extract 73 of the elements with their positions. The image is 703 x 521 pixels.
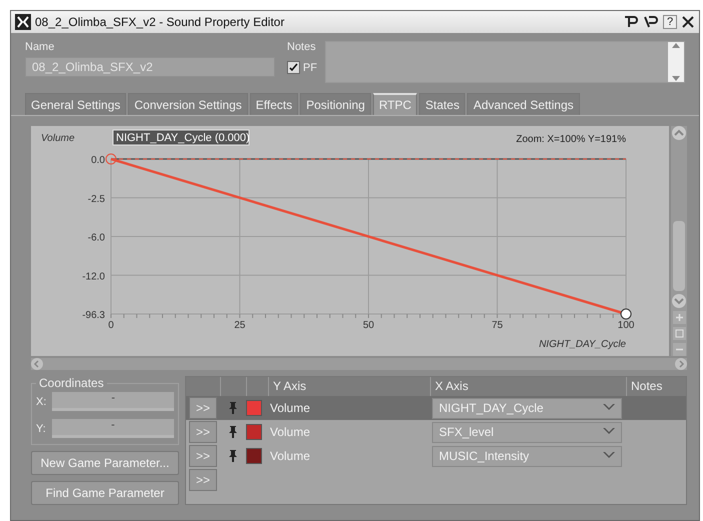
pf-checkbox[interactable] bbox=[287, 61, 300, 74]
scroll-right-icon[interactable] bbox=[675, 358, 687, 370]
tab[interactable]: RTPC bbox=[372, 93, 418, 115]
pf-label: PF bbox=[303, 62, 318, 74]
x-tick-label: 75 bbox=[492, 320, 503, 331]
caret-icon bbox=[603, 428, 615, 436]
x-tick-label: 0 bbox=[108, 320, 114, 331]
x-axis-dropdown[interactable]: NIGHT_DAY_Cycle bbox=[432, 398, 622, 418]
app-icon bbox=[15, 14, 31, 30]
game-parameter-button[interactable]: Find Game Parameter bbox=[31, 481, 179, 505]
y-tick-label: 0.0 bbox=[91, 155, 105, 166]
pin-icon[interactable] bbox=[228, 402, 238, 414]
unpin-window-icon[interactable] bbox=[643, 15, 659, 29]
x-field[interactable]: - bbox=[52, 392, 174, 411]
zoom-readout: Zoom: X=100% Y=191% bbox=[516, 134, 626, 145]
y-axis-cell-text: Volume bbox=[269, 425, 312, 439]
x-tick-label: 25 bbox=[234, 320, 246, 331]
game-parameter-button[interactable]: New Game Parameter... bbox=[31, 451, 179, 475]
scroll-thumb[interactable] bbox=[673, 221, 685, 291]
table-row[interactable]: >> Volume NIGHT_DAY_Cycle bbox=[186, 396, 686, 420]
expand-button[interactable]: >> bbox=[189, 421, 217, 443]
table-row[interactable]: >> Volume SFX_level bbox=[186, 420, 686, 444]
scroll-up-icon[interactable] bbox=[672, 126, 686, 140]
x-axis-label: NIGHT_DAY_Cycle bbox=[538, 339, 626, 350]
curve-point[interactable] bbox=[620, 308, 632, 320]
tab[interactable]: General Settings bbox=[25, 93, 126, 115]
notes-scrollbar[interactable] bbox=[668, 42, 684, 82]
scroll-up-icon[interactable] bbox=[672, 42, 680, 48]
x-tick-label: 100 bbox=[618, 320, 634, 331]
zoom-in-icon[interactable] bbox=[672, 311, 686, 324]
coordinates-title: Coordinates bbox=[38, 376, 105, 390]
y-axis-cell-text: Volume bbox=[269, 401, 312, 415]
window-title: 08_2_Olimba_SFX_v2 - Sound Property Editor bbox=[35, 15, 286, 29]
expand-button[interactable]: >> bbox=[189, 445, 217, 467]
name-field[interactable]: 08_2_Olimba_SFX_v2 bbox=[25, 57, 275, 77]
tab[interactable]: Conversion Settings bbox=[128, 93, 248, 115]
expand-button[interactable]: >> bbox=[189, 469, 217, 491]
name-label: Name bbox=[25, 41, 56, 53]
help-button[interactable]: ? bbox=[663, 15, 677, 29]
y-field[interactable]: - bbox=[52, 419, 174, 438]
tab[interactable]: Positioning bbox=[300, 93, 371, 115]
x-axis-dropdown[interactable]: SFX_level bbox=[432, 422, 622, 442]
table-row[interactable]: >> Volume MUSIC_Intensity bbox=[186, 444, 686, 468]
notes-field[interactable] bbox=[325, 41, 685, 83]
caret-icon bbox=[603, 404, 615, 412]
zoom-out-icon[interactable] bbox=[672, 343, 686, 356]
y-tick-label: -2.5 bbox=[88, 194, 105, 205]
y-tick-label: -12.0 bbox=[82, 271, 105, 282]
tab[interactable]: Advanced Settings bbox=[467, 93, 580, 115]
expand-button[interactable]: >> bbox=[189, 397, 217, 419]
scroll-down-icon[interactable] bbox=[672, 76, 680, 82]
x-label: X: bbox=[36, 396, 46, 408]
pin-icon[interactable] bbox=[228, 426, 238, 438]
x-axis-dropdown[interactable]: MUSIC_Intensity bbox=[432, 446, 622, 466]
tab[interactable]: States bbox=[419, 93, 466, 115]
pin-icon[interactable] bbox=[228, 450, 238, 462]
pin-window-icon[interactable] bbox=[623, 15, 639, 29]
close-icon[interactable] bbox=[681, 15, 695, 29]
y-tick-label: -6.0 bbox=[88, 232, 105, 244]
caret-icon bbox=[603, 452, 615, 460]
x-tick-label: 50 bbox=[362, 320, 374, 331]
scroll-down-icon[interactable] bbox=[672, 294, 686, 308]
tab[interactable]: Effects bbox=[250, 93, 298, 115]
check-icon bbox=[289, 63, 298, 72]
scroll-left-icon[interactable] bbox=[31, 358, 43, 370]
y-axis-cell-text: Volume bbox=[269, 449, 312, 463]
y-label: Y: bbox=[36, 422, 46, 434]
y-axis-label: Volume bbox=[41, 133, 75, 144]
y-tick-label: -96.3 bbox=[82, 310, 105, 321]
notes-label: Notes bbox=[287, 41, 316, 53]
horizontal-scrollbar[interactable] bbox=[31, 358, 687, 370]
graph-scrollbar[interactable] bbox=[671, 126, 687, 356]
fit-icon[interactable] bbox=[672, 327, 686, 340]
